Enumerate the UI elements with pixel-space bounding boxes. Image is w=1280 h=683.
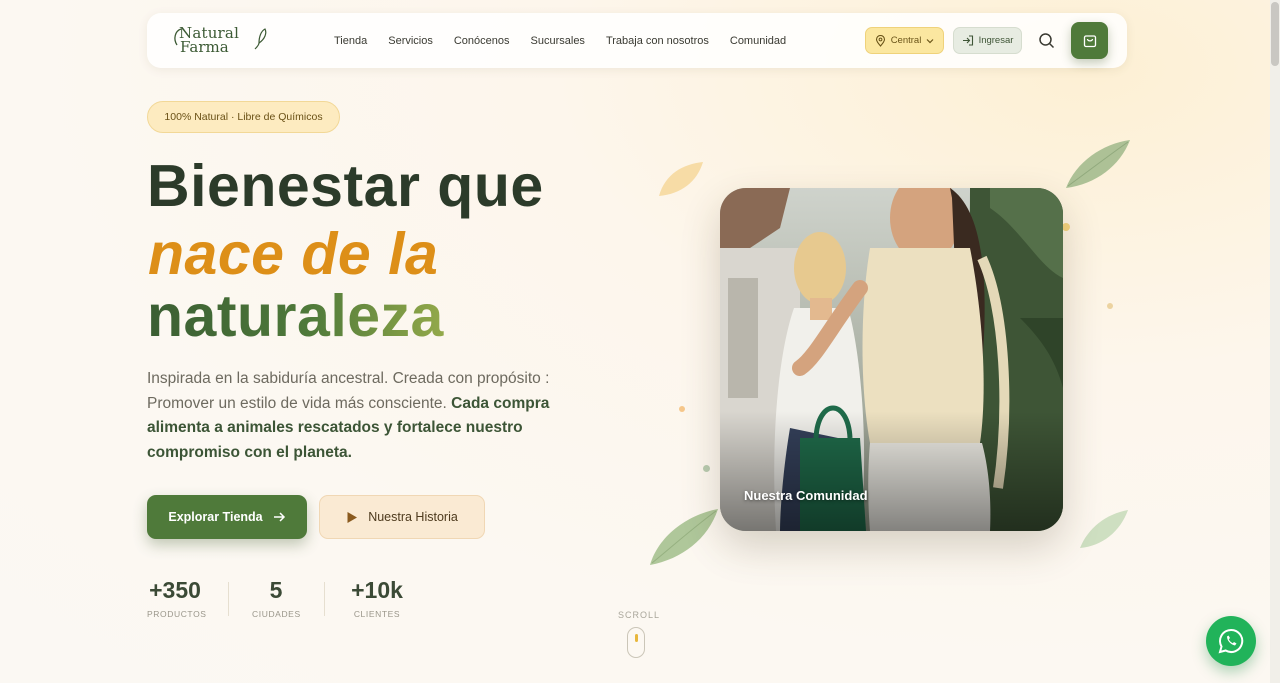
login-button[interactable]: Ingresar xyxy=(953,27,1022,54)
stat-clients: +10k CLIENTES xyxy=(350,577,404,619)
nav-link-conocenos[interactable]: Conócenos xyxy=(454,35,510,47)
community-photo-card[interactable]: Nuestra Comunidad xyxy=(720,188,1063,531)
map-pin-icon xyxy=(875,34,885,47)
chevron-down-icon xyxy=(926,38,934,43)
stat-divider xyxy=(324,582,325,616)
nav-links: Tienda Servicios Conócenos Sucursales Tr… xyxy=(334,13,786,68)
scroll-wheel-dot xyxy=(635,634,638,642)
brand-logo[interactable]: Natural Farma xyxy=(171,23,267,59)
leaf-decoration-top-right xyxy=(1066,140,1130,188)
scroll-label: SCROLL xyxy=(618,610,661,620)
hero-title-line2: nace de la xyxy=(148,221,439,287)
stat-value: +10k xyxy=(351,577,403,603)
stat-divider xyxy=(228,582,229,616)
decor-dot xyxy=(1062,223,1070,231)
leaf-decoration-bottom-right xyxy=(1080,510,1128,548)
nav-link-servicios[interactable]: Servicios xyxy=(388,35,433,47)
location-label: Central xyxy=(890,35,922,46)
our-story-label: Nuestra Historia xyxy=(368,510,458,524)
page-scrollbar[interactable] xyxy=(1270,0,1280,683)
hero-title-line3: naturaleza xyxy=(147,283,444,349)
login-label: Ingresar xyxy=(978,35,1014,46)
hero-title-line1: Bienestar que xyxy=(147,153,544,219)
our-story-button[interactable]: Nuestra Historia xyxy=(319,495,485,539)
play-icon xyxy=(347,511,358,523)
stat-label: CIUDADES xyxy=(252,609,301,619)
nav-link-trabaja[interactable]: Trabaja con nosotros xyxy=(606,35,709,47)
community-photo xyxy=(720,188,1063,531)
leaf-decoration-bottom-left xyxy=(650,509,718,565)
cart-button[interactable] xyxy=(1071,22,1108,59)
location-selector[interactable]: Central xyxy=(865,27,944,54)
stat-value: 5 xyxy=(269,577,283,603)
main-navbar: Natural Farma Tienda Servicios Conócenos… xyxy=(147,13,1127,68)
shopping-bag-icon xyxy=(1083,34,1096,47)
stat-value: +350 xyxy=(149,577,201,603)
login-icon xyxy=(962,35,973,46)
photo-caption: Nuestra Comunidad xyxy=(744,488,868,503)
decor-dot xyxy=(679,406,685,412)
decor-dot xyxy=(703,465,710,472)
scrollbar-thumb[interactable] xyxy=(1271,2,1279,66)
arrow-right-icon xyxy=(273,512,285,522)
hero-description: Inspirada en la sabiduría ancestral. Cre… xyxy=(147,367,552,465)
search-icon xyxy=(1039,33,1055,49)
nav-link-tienda[interactable]: Tienda xyxy=(334,35,367,47)
decor-dot xyxy=(1107,303,1113,309)
nav-link-sucursales[interactable]: Sucursales xyxy=(531,35,585,47)
explore-shop-label: Explorar Tienda xyxy=(168,510,263,524)
explore-shop-button[interactable]: Explorar Tienda xyxy=(147,495,307,539)
stat-label: PRODUCTOS xyxy=(147,609,207,619)
stat-products: +350 PRODUCTOS xyxy=(147,577,207,619)
whatsapp-icon xyxy=(1218,628,1244,654)
stat-label: CLIENTES xyxy=(353,609,401,619)
scroll-mouse-icon[interactable] xyxy=(627,627,645,658)
brand-name-line2: Farma xyxy=(180,38,229,56)
nav-link-comunidad[interactable]: Comunidad xyxy=(730,35,786,47)
stat-cities: 5 CIUDADES xyxy=(252,577,300,619)
whatsapp-button[interactable] xyxy=(1206,616,1256,666)
search-button[interactable] xyxy=(1037,31,1057,51)
leaf-decoration-top-left xyxy=(659,162,703,196)
hero-badge: 100% Natural · Libre de Químicos xyxy=(147,101,340,133)
